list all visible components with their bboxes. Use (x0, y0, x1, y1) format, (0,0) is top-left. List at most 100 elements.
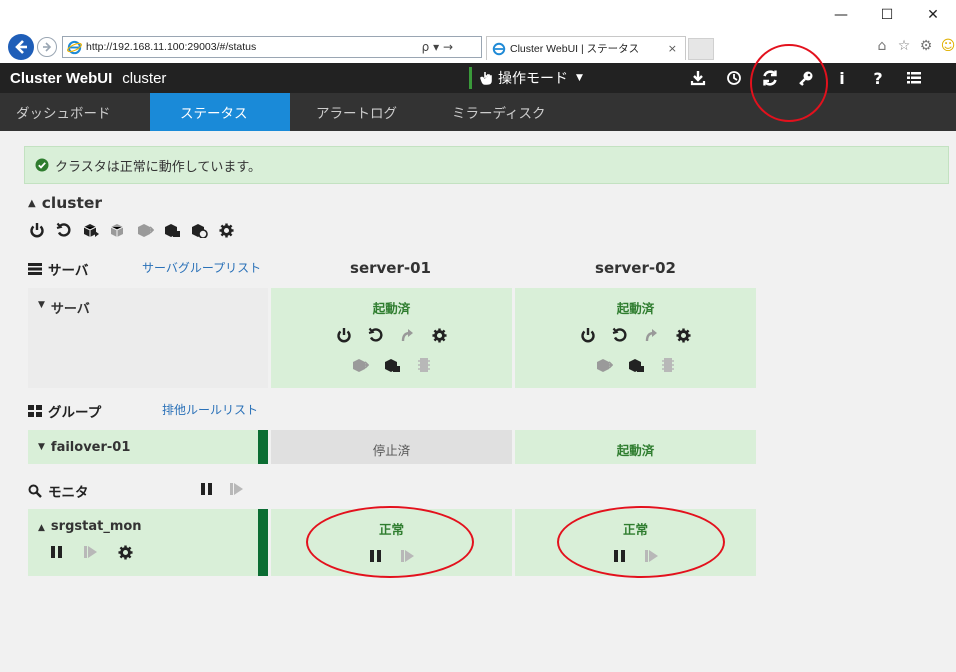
header-cluster-name: cluster (122, 69, 167, 87)
group-server-02-cell: 起動済 (515, 430, 756, 464)
cluster-status-alert: クラスタは正常に動作しています。 (24, 146, 949, 184)
status-main: クラスタは正常に動作しています。 ▲ cluster サーバ サーバグループリス… (0, 131, 956, 672)
resume-icon[interactable] (228, 480, 246, 498)
home-icon[interactable]: ⌂ (874, 38, 890, 54)
server-01-status: 起動済 (372, 301, 411, 316)
forward-arrow-icon (43, 42, 52, 52)
server-01-actions (335, 326, 449, 344)
expand-triangle-icon: ▲ (38, 522, 45, 533)
power-icon[interactable] (335, 326, 353, 344)
resume-icon[interactable] (82, 543, 100, 561)
group-status-bar (258, 430, 268, 464)
check-circle-icon (35, 158, 49, 172)
settings-gear-icon[interactable] (217, 221, 235, 239)
group-move-icon[interactable] (595, 356, 613, 374)
maximize-button[interactable]: ☐ (864, 0, 910, 30)
app-brand[interactable]: Cluster WebUI (10, 70, 112, 87)
new-tab-button[interactable] (688, 38, 714, 60)
group-resume-icon[interactable] (190, 221, 208, 239)
pause-icon[interactable] (198, 480, 216, 498)
monitor-status-bar (258, 509, 268, 576)
servers-row-label[interactable]: ▼ サーバ (28, 288, 268, 388)
group-stop-icon[interactable] (109, 221, 127, 239)
settings-gear-icon[interactable] (675, 326, 693, 344)
exclusion-rule-list-link[interactable]: 排他ルールリスト (162, 401, 258, 418)
hand-pointer-icon (480, 72, 492, 85)
group-suspend-icon[interactable] (383, 356, 401, 374)
tab-mirror-disk[interactable]: ミラーディスク (430, 93, 566, 131)
settings-gear-icon[interactable] (116, 543, 134, 561)
pause-icon[interactable] (48, 543, 66, 561)
settings-gear-icon[interactable]: ⚙ (918, 38, 934, 54)
recover-arrow-icon[interactable] (643, 326, 661, 344)
help-icon[interactable]: ? (860, 63, 896, 93)
cluster-toolbar (28, 221, 235, 239)
download-icon[interactable] (680, 63, 716, 93)
server-02-actions (579, 326, 693, 344)
back-button[interactable] (8, 34, 34, 60)
minimize-button[interactable]: — (818, 0, 864, 30)
ie-page-icon (67, 40, 82, 55)
server-01-status-cell: 起動済 (271, 288, 512, 388)
recover-arrow-icon[interactable] (399, 326, 417, 344)
address-bar[interactable]: http://192.168.11.100:29003/#/status ρ ▾… (62, 36, 482, 58)
monitors-title: モニタ (48, 485, 89, 501)
group-name: failover-01 (50, 440, 131, 455)
collapse-triangle-icon: ▼ (38, 300, 45, 310)
search-dropdown-icon[interactable]: ρ ▾ → (422, 40, 453, 54)
server-list-icon (28, 263, 42, 275)
group-suspend-icon[interactable] (627, 356, 645, 374)
monitor-actions (48, 543, 134, 561)
settings-gear-icon[interactable] (431, 326, 449, 344)
favorites-star-icon[interactable]: ☆ (896, 38, 912, 54)
server-01-actions-row2 (351, 356, 433, 374)
url-text: http://192.168.11.100:29003/#/status (86, 41, 257, 53)
collapse-triangle-icon: ▼ (38, 442, 45, 452)
restart-icon[interactable] (611, 326, 629, 344)
server-02-name[interactable]: server-02 (515, 259, 756, 277)
restart-icon[interactable] (55, 221, 73, 239)
groups-section-header: グループ (28, 401, 101, 421)
server-01-name[interactable]: server-01 (270, 259, 511, 277)
ie-tab-icon (492, 42, 506, 56)
servers-title: サーバ (48, 263, 89, 279)
log-icon[interactable] (896, 63, 932, 93)
browser-tab[interactable]: Cluster WebUI | ステータス × (486, 36, 686, 60)
refresh-highlight-ring (750, 44, 828, 122)
restart-icon[interactable] (367, 326, 385, 344)
servers-row-text: サーバ (50, 302, 90, 317)
cluster-name: cluster (41, 194, 103, 212)
alert-text: クラスタは正常に動作しています。 (55, 159, 262, 175)
collapse-triangle-icon: ▲ (28, 197, 36, 209)
chip-icon[interactable] (415, 356, 433, 374)
power-icon[interactable] (28, 221, 46, 239)
power-icon[interactable] (579, 326, 597, 344)
servers-section-header: サーバ (28, 259, 88, 279)
info-icon[interactable]: i (824, 63, 860, 93)
close-window-button[interactable]: ✕ (910, 0, 956, 30)
group-move-icon[interactable] (351, 356, 369, 374)
forward-button[interactable] (37, 37, 57, 57)
group-row-label[interactable]: ▼ failover-01 (28, 430, 258, 464)
tab-alert-log[interactable]: アラートログ (290, 93, 430, 131)
operation-mode-dropdown[interactable]: 操作モード ▼ (480, 63, 583, 93)
browser-titlebar: — ☐ ✕ (0, 0, 956, 34)
monitors-section-header: モニタ (28, 481, 89, 501)
server-group-list-link[interactable]: サーバグループリスト (142, 259, 261, 276)
group-server-01-status: 停止済 (372, 443, 411, 458)
group-move-icon[interactable] (136, 221, 154, 239)
server-02-actions-row2 (595, 356, 677, 374)
group-start-icon[interactable] (82, 221, 100, 239)
groups-title: グループ (48, 405, 102, 421)
tab-close-icon[interactable]: × (668, 42, 677, 55)
smiley-feedback-icon[interactable]: ☺ (940, 38, 956, 54)
tab-status[interactable]: ステータス (150, 93, 290, 131)
group-grid-icon (28, 405, 42, 417)
tab-dashboard[interactable]: ダッシュボード (0, 93, 150, 131)
group-suspend-icon[interactable] (163, 221, 181, 239)
chip-icon[interactable] (659, 356, 677, 374)
history-icon[interactable] (716, 63, 752, 93)
cluster-heading[interactable]: ▲ cluster (28, 194, 102, 212)
server-02-status-cell: 起動済 (515, 288, 756, 388)
monitor-row-label[interactable]: ▲ srgstat_mon (28, 509, 258, 576)
